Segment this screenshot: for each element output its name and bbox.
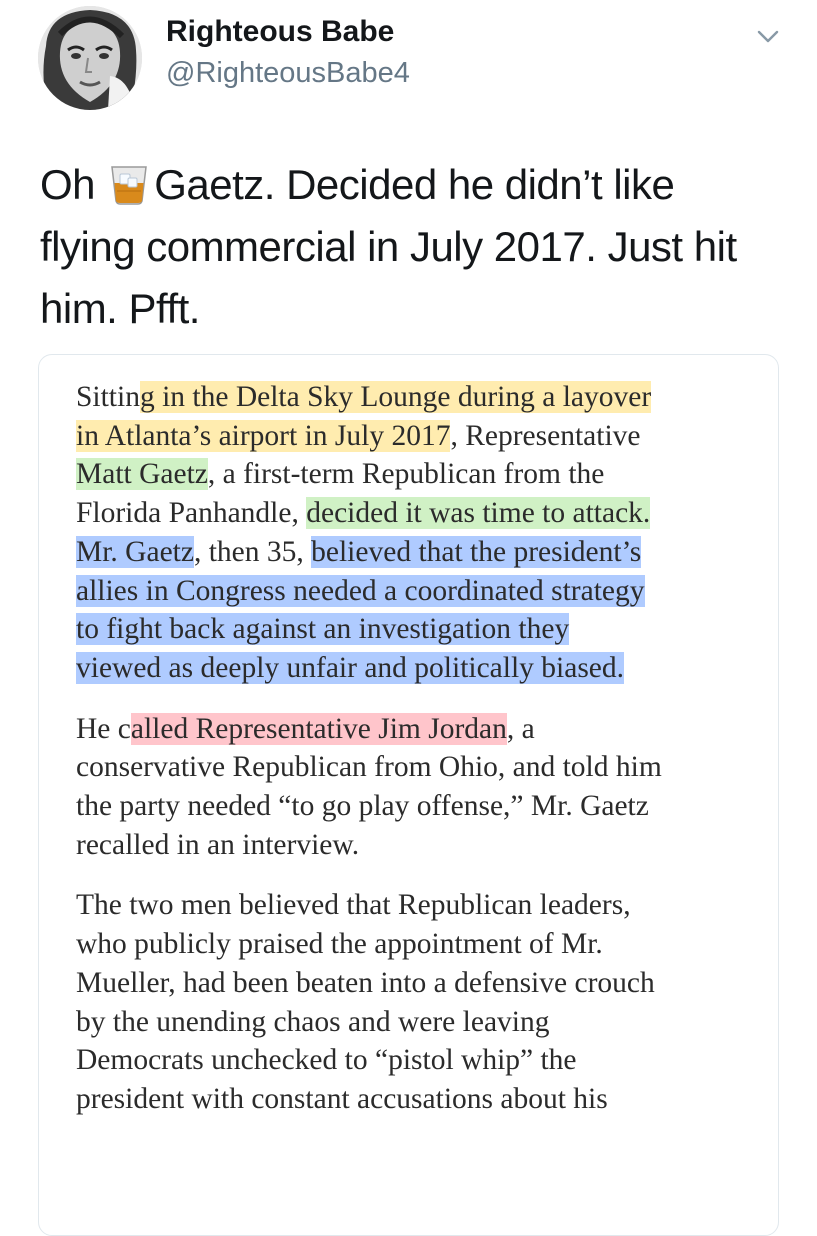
article-paragraph-2: He called Representative Jim Jordan, a c… <box>76 710 766 865</box>
chevron-down-icon <box>757 30 779 43</box>
author-name[interactable]: Righteous Babe <box>166 14 394 50</box>
article-line: in Atlanta’s airport in July 2017, Repre… <box>76 419 641 452</box>
highlight-blue: Mr. Gaetz <box>76 535 194 568</box>
article-line: Mueller, had been beaten into a defensiv… <box>76 966 655 999</box>
article-line: by the unending chaos and were leaving <box>76 1005 550 1038</box>
article-line: allies in Congress needed a coordinated … <box>76 572 766 611</box>
tweet-text: Oh Gaetz. Decided he didn’t like flying … <box>40 154 780 340</box>
tweet-line-3: him. Pfft. <box>40 285 200 332</box>
article-excerpt: Sitting in the Delta Sky Lounge during a… <box>76 378 766 1141</box>
author-handle[interactable]: @RighteousBabe4 <box>166 55 410 91</box>
highlight-blue: allies in Congress needed a coordinated … <box>76 574 645 607</box>
article-line: recalled in an interview. <box>76 828 360 861</box>
highlight-blue: viewed as deeply unfair and politically … <box>76 651 625 684</box>
article-paragraph-1: Sitting in the Delta Sky Lounge during a… <box>76 378 766 688</box>
tweet-line-2: flying commercial in July 2017. Just hit <box>40 223 737 270</box>
article-line: He called Representative Jim Jordan, a <box>76 712 535 745</box>
article-line: The two men believed that Republican lea… <box>76 889 631 922</box>
article-line: Matt Gaetz, a first-term Republican from… <box>76 458 605 491</box>
article-line: Mr. Gaetz, then 35, believed that the pr… <box>76 535 642 568</box>
tweet-line-1: Oh Gaetz. Decided he didn’t like <box>40 160 675 208</box>
article-line: Florida Panhandle, decided it was time t… <box>76 497 651 530</box>
tweet-menu-button[interactable] <box>752 20 784 52</box>
highlight-green: decided it was time to attack. <box>306 497 651 530</box>
highlight-blue: to fight back against an investigation t… <box>76 613 570 646</box>
highlight-blue: believed that the president’s <box>311 535 642 568</box>
article-line: to fight back against an investigation t… <box>76 610 766 649</box>
highlight-yellow: in Atlanta’s airport in July 2017 <box>76 419 451 452</box>
article-line: Sitting in the Delta Sky Lounge during a… <box>76 381 652 413</box>
article-line: who publicly praised the appointment of … <box>76 928 603 961</box>
avatar[interactable] <box>38 6 142 110</box>
highlight-yellow: g in the Delta Sky Lounge during a layov… <box>139 381 652 413</box>
article-line: viewed as deeply unfair and politically … <box>76 649 766 688</box>
article-paragraph-3: The two men believed that Republican lea… <box>76 886 766 1118</box>
article-line: president with constant accusations abou… <box>76 1082 608 1115</box>
article-line: Democrats unchecked to “pistol whip” the <box>76 1044 577 1077</box>
article-line: the party needed “to go play offense,” M… <box>76 790 649 823</box>
highlight-green: Matt Gaetz <box>76 458 208 491</box>
article-line: conservative Republican from Ohio, and t… <box>76 751 662 784</box>
portrait-avatar-icon <box>38 6 142 110</box>
tumbler-glass-emoji <box>108 160 150 205</box>
highlight-red: alled Representative Jim Jordan <box>130 712 507 745</box>
